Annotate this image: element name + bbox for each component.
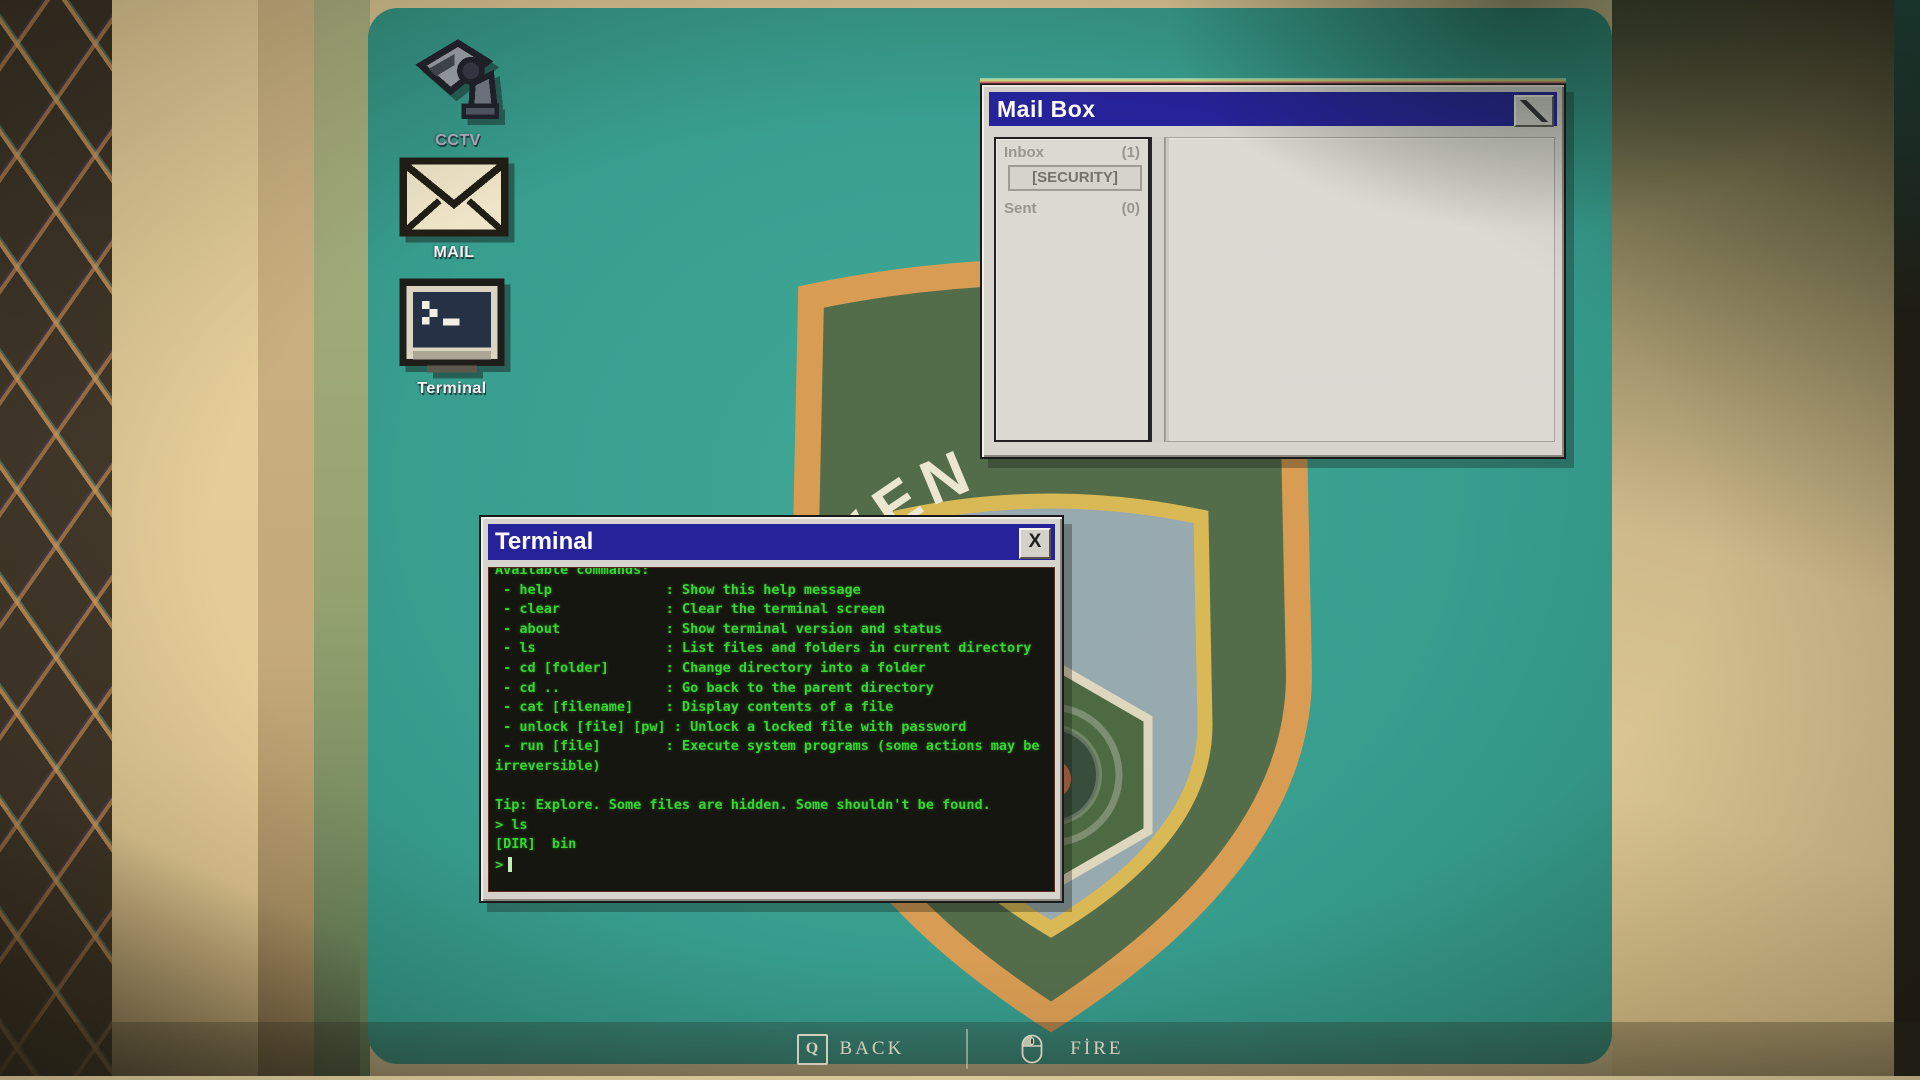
hud-hint-bar: Q BACK FİRE <box>0 1022 1920 1076</box>
back-hint-label: BACK <box>840 1038 905 1060</box>
cctv-camera-icon <box>410 34 506 126</box>
monitor-bezel-right <box>1612 0 1894 1080</box>
terminal-output: Available commands: - help : Show this h… <box>495 567 1048 855</box>
folder-name: Inbox <box>1004 144 1044 161</box>
mailbox-title: Mail Box <box>997 96 1096 123</box>
game-viewport: RAVEN CCTV MAIL <box>0 0 1920 1080</box>
terminal-monitor-icon <box>398 278 506 374</box>
icon-label: CCTV <box>435 132 481 150</box>
folder-row-sent[interactable]: Sent (0) <box>996 195 1148 219</box>
close-x-icon: X <box>1029 531 1042 552</box>
mail-folder-pane: Inbox (1) [SECURITY] Sent (0) <box>994 137 1150 442</box>
terminal-output-area[interactable]: Available commands: - help : Show this h… <box>488 567 1055 892</box>
mail-item-security[interactable]: [SECURITY] <box>1008 165 1142 191</box>
folder-name: Sent <box>1004 200 1037 217</box>
mailbox-body: Inbox (1) [SECURITY] Sent (0) <box>989 133 1557 448</box>
terminal-window: Terminal X Available commands: - help : … <box>479 515 1064 903</box>
fire-hint-label: FİRE <box>1070 1038 1123 1060</box>
hud-fire-hint: FİRE <box>1020 1033 1123 1065</box>
mailbox-titlebar[interactable]: Mail Box <box>989 92 1557 126</box>
hud-back-hint: Q BACK <box>797 1034 905 1065</box>
room-dark-edge <box>1894 0 1920 1080</box>
text-cursor <box>508 857 512 872</box>
icon-label: MAIL <box>433 244 474 262</box>
icon-label: Terminal <box>417 380 487 398</box>
desktop-icon-mail[interactable]: MAIL <box>384 156 524 262</box>
q-keycap-icon: Q <box>797 1034 828 1065</box>
terminal-close-button[interactable]: X <box>1019 528 1051 559</box>
mail-envelope-icon <box>399 156 509 238</box>
crt-screen: RAVEN CCTV MAIL <box>368 8 1612 1064</box>
diagonal-icon <box>1519 100 1549 122</box>
folder-row-inbox[interactable]: Inbox (1) <box>996 139 1148 163</box>
key-letter: Q <box>806 1040 818 1058</box>
terminal-title: Terminal <box>495 528 593 556</box>
desktop-icon-cctv[interactable]: CCTV <box>388 34 528 150</box>
mailbox-window: Mail Box Inbox (1) [SECURITY] Sent (0) <box>980 83 1566 459</box>
folder-count: (0) <box>1122 200 1140 217</box>
mouse-icon <box>1020 1033 1044 1065</box>
folder-count: (1) <box>1122 144 1140 161</box>
prompt-symbol: > <box>495 857 503 873</box>
desk-edge <box>0 1076 1920 1080</box>
mailbox-close-button[interactable] <box>1514 95 1554 127</box>
terminal-prompt-line[interactable]: > <box>495 855 1048 875</box>
hud-divider <box>966 1029 968 1069</box>
pane-divider <box>1150 137 1165 442</box>
desktop-icon-terminal[interactable]: Terminal <box>382 278 522 398</box>
chromatic-fringe <box>980 78 1566 84</box>
terminal-titlebar[interactable]: Terminal X <box>488 524 1055 560</box>
mail-reading-pane <box>1165 137 1555 442</box>
